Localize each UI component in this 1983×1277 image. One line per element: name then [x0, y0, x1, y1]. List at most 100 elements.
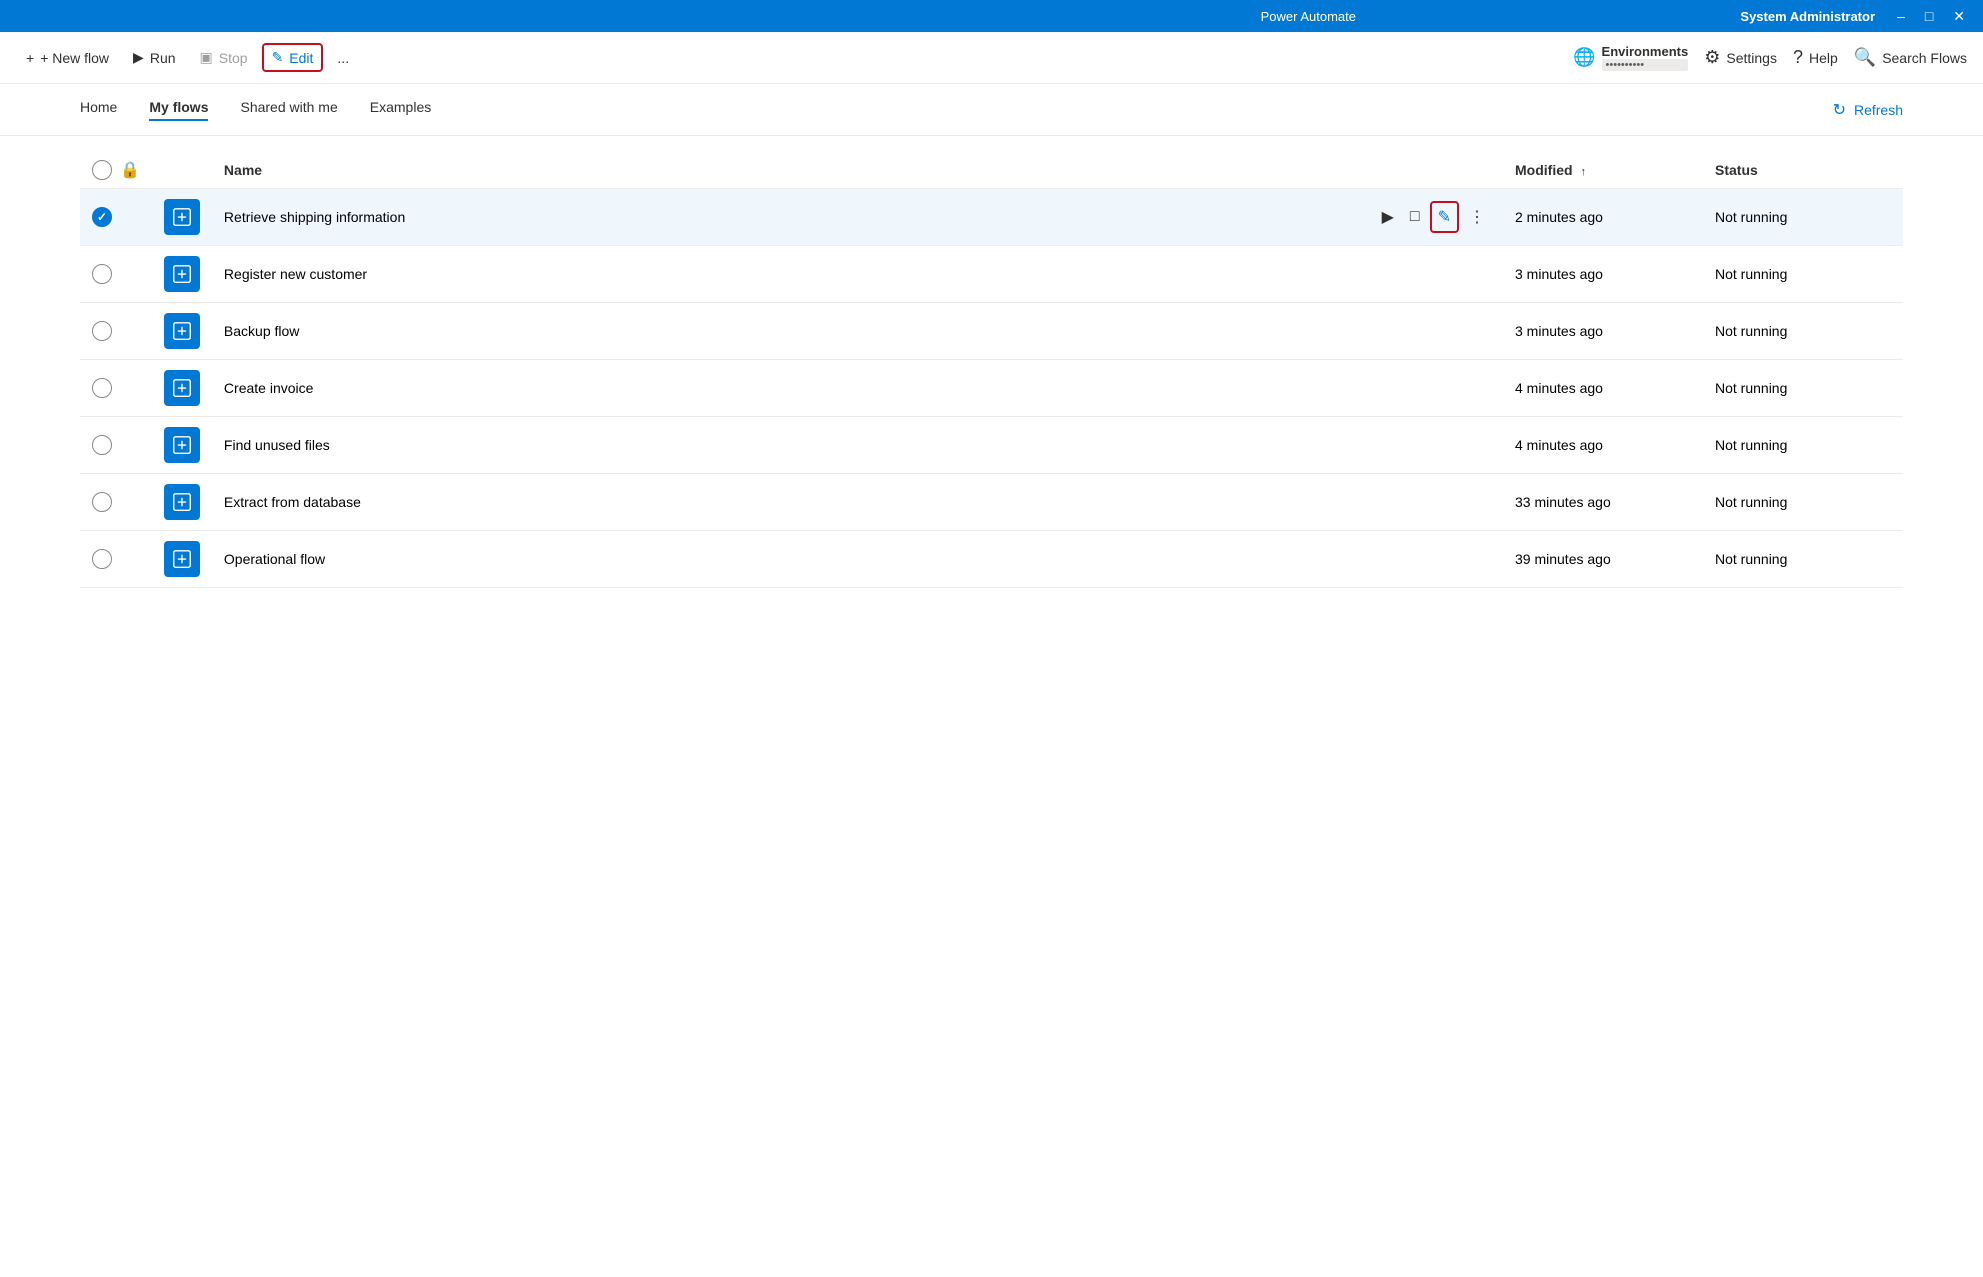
- flow-name: Backup flow: [224, 323, 299, 339]
- flow-type-icon: [164, 313, 200, 349]
- help-icon: ?: [1793, 47, 1803, 68]
- run-icon: ▶: [133, 49, 144, 66]
- help-button[interactable]: ? Help: [1793, 47, 1838, 68]
- select-all-checkbox[interactable]: [92, 160, 112, 180]
- header-check-area: 🔒: [92, 160, 140, 180]
- toolbar-right: 🌐 Environments •••••••••• ⚙ Settings ? H…: [1573, 44, 1967, 71]
- flow-name: Register new customer: [224, 266, 367, 282]
- tab-examples[interactable]: Examples: [370, 99, 431, 121]
- environments-button[interactable]: 🌐 Environments ••••••••••: [1573, 44, 1688, 71]
- header-actions: [1364, 152, 1503, 189]
- new-flow-button[interactable]: + + New flow: [16, 44, 119, 72]
- flow-name: Retrieve shipping information: [224, 209, 405, 225]
- toolbar: + + New flow ▶ Run ▣ Stop ✎ Edit ... 🌐 E…: [0, 32, 1983, 84]
- title-bar: Power Automate System Administrator – □ …: [0, 0, 1983, 32]
- more-button[interactable]: ...: [327, 44, 359, 72]
- table-row: Register new customer 3 minutes agoNot ru…: [80, 246, 1903, 303]
- header-status: Status: [1703, 152, 1903, 189]
- window-controls: – □ ✕: [1891, 6, 1971, 27]
- settings-button[interactable]: ⚙ Settings: [1704, 47, 1777, 68]
- search-icon: 🔍: [1854, 47, 1876, 68]
- plus-icon: +: [26, 50, 34, 66]
- flow-status: Not running: [1703, 417, 1903, 474]
- table-row: Create invoice 4 minutes agoNot running: [80, 360, 1903, 417]
- table-body: Retrieve shipping information ▶□✎⋮ 2 minut…: [80, 189, 1903, 588]
- flow-status: Not running: [1703, 531, 1903, 588]
- flow-name: Extract from database: [224, 494, 361, 510]
- search-button[interactable]: 🔍 Search Flows: [1854, 47, 1967, 68]
- environment-sub: ••••••••••: [1602, 59, 1689, 71]
- sort-arrow-icon: ↑: [1580, 166, 1586, 178]
- flow-type-icon: [164, 541, 200, 577]
- flow-status: Not running: [1703, 189, 1903, 246]
- row-checkbox[interactable]: [92, 264, 112, 284]
- table-row: Extract from database33 minutes agoNot r…: [80, 474, 1903, 531]
- row-checkbox[interactable]: [92, 378, 112, 398]
- flow-modified: 39 minutes ago: [1503, 531, 1703, 588]
- row-share-button[interactable]: □: [1404, 204, 1426, 230]
- flow-modified: 4 minutes ago: [1503, 360, 1703, 417]
- flow-modified: 33 minutes ago: [1503, 474, 1703, 531]
- tab-shared[interactable]: Shared with me: [240, 99, 337, 121]
- stop-button[interactable]: ▣ Stop: [190, 43, 258, 72]
- flow-modified: 2 minutes ago: [1503, 189, 1703, 246]
- help-label: Help: [1809, 50, 1838, 66]
- settings-label: Settings: [1726, 50, 1777, 66]
- environments-label: Environments: [1602, 44, 1689, 59]
- new-flow-label: + New flow: [40, 50, 109, 66]
- nav-tabs: Home My flows Shared with me Examples ↻ …: [0, 84, 1983, 136]
- flow-type-icon: [164, 427, 200, 463]
- title-bar-right: System Administrator – □ ✕: [1740, 6, 1971, 27]
- restore-button[interactable]: □: [1919, 6, 1939, 27]
- search-flows-label: Search Flows: [1882, 50, 1967, 66]
- row-run-button[interactable]: ▶: [1376, 203, 1400, 231]
- flow-name: Find unused files: [224, 437, 330, 453]
- table-row: Find unused files 4 minutes agoNot runnin…: [80, 417, 1903, 474]
- more-icon: ...: [337, 50, 349, 66]
- row-actions: ▶□✎⋮: [1376, 201, 1491, 233]
- row-checkbox[interactable]: [92, 549, 112, 569]
- flow-type-icon: [164, 256, 200, 292]
- tab-my-flows[interactable]: My flows: [149, 99, 208, 121]
- table-row: Operational flow39 minutes agoNot runnin…: [80, 531, 1903, 588]
- row-checkbox[interactable]: [92, 321, 112, 341]
- header-name: Name: [212, 152, 1364, 189]
- tab-home[interactable]: Home: [80, 99, 117, 121]
- edit-button[interactable]: ✎ Edit: [262, 43, 324, 72]
- flow-type-icon: [164, 370, 200, 406]
- run-button[interactable]: ▶ Run: [123, 43, 185, 72]
- flow-status: Not running: [1703, 360, 1903, 417]
- flow-status: Not running: [1703, 246, 1903, 303]
- refresh-button[interactable]: ↻ Refresh: [1833, 100, 1903, 120]
- stop-icon: ▣: [200, 49, 213, 66]
- row-checkbox[interactable]: [92, 207, 112, 227]
- refresh-icon: ↻: [1833, 100, 1846, 120]
- flow-name: Create invoice: [224, 380, 314, 396]
- header-check: 🔒: [80, 152, 152, 189]
- row-more-button[interactable]: ⋮: [1463, 203, 1491, 231]
- edit-label: Edit: [289, 50, 313, 66]
- minimize-button[interactable]: –: [1891, 6, 1911, 27]
- settings-icon: ⚙: [1704, 47, 1720, 68]
- flow-type-icon: [164, 484, 200, 520]
- environments-block: Environments ••••••••••: [1602, 44, 1689, 71]
- flow-status: Not running: [1703, 303, 1903, 360]
- stop-label: Stop: [219, 50, 248, 66]
- table-row: Backup flow3 minutes agoNot running: [80, 303, 1903, 360]
- flows-table: 🔒 Name Modified ↑ Status Retrieve shippi…: [80, 152, 1903, 588]
- edit-icon: ✎: [272, 49, 284, 66]
- user-name: System Administrator: [1740, 9, 1875, 24]
- refresh-label: Refresh: [1854, 102, 1903, 118]
- flow-modified: 3 minutes ago: [1503, 246, 1703, 303]
- row-edit-button[interactable]: ✎: [1430, 201, 1459, 233]
- header-modified[interactable]: Modified ↑: [1503, 152, 1703, 189]
- row-checkbox[interactable]: [92, 435, 112, 455]
- header-flow-icon: 🔒: [120, 160, 140, 180]
- row-checkbox[interactable]: [92, 492, 112, 512]
- table-header: 🔒 Name Modified ↑ Status: [80, 152, 1903, 189]
- close-button[interactable]: ✕: [1947, 6, 1971, 27]
- run-label: Run: [150, 50, 176, 66]
- header-icon: [152, 152, 212, 189]
- flow-modified: 4 minutes ago: [1503, 417, 1703, 474]
- globe-icon: 🌐: [1573, 47, 1595, 68]
